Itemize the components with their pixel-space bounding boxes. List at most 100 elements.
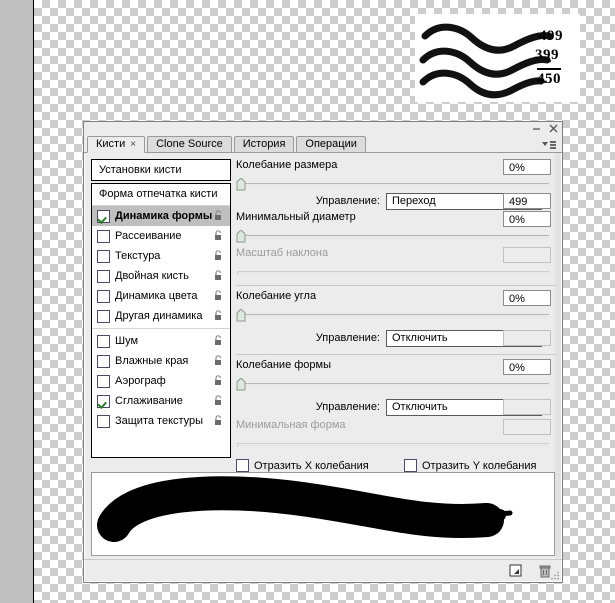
slider-thumb[interactable] xyxy=(236,308,246,322)
checkbox-smoothing[interactable] xyxy=(97,394,110,408)
lock-icon[interactable] xyxy=(211,394,224,407)
minimum-roundness-slider xyxy=(236,438,555,451)
roundness-control-steps-value xyxy=(503,399,551,415)
checkbox-texture[interactable] xyxy=(97,249,110,263)
slider-thumb[interactable] xyxy=(236,377,246,391)
list-item[interactable]: Текстура xyxy=(92,246,230,266)
slider-track xyxy=(237,314,549,318)
minimum-diameter-value[interactable]: 0% xyxy=(503,211,551,227)
angle-jitter-row: Колебание угла 0% xyxy=(236,290,555,308)
list-item[interactable]: Аэрограф xyxy=(92,371,230,391)
flip-y-jitter[interactable]: Отразить Y колебания xyxy=(404,459,536,472)
brush-options-sidebar: Установки кисти Форма отпечатка кисти Ди… xyxy=(91,159,231,472)
brushes-panel: Кисти × Clone Source История Операции Ус… xyxy=(83,121,563,583)
size-control-label: Управление: xyxy=(315,195,380,207)
angle-control-label: Управление: xyxy=(315,332,380,344)
angle-jitter-slider[interactable] xyxy=(236,308,555,322)
lock-icon[interactable] xyxy=(211,249,224,262)
tab-label: История xyxy=(242,138,286,150)
trash-icon[interactable] xyxy=(537,563,552,578)
list-item[interactable]: Влажные края xyxy=(92,351,230,371)
list-item[interactable]: Сглаживание xyxy=(92,391,230,411)
checkbox-protect-texture[interactable] xyxy=(97,414,110,428)
brush-tip-shape-item[interactable]: Форма отпечатка кисти xyxy=(92,184,230,206)
checkbox-wet-edges[interactable] xyxy=(97,354,110,368)
tilt-scale-value xyxy=(503,247,551,263)
stroke-label-1: 499 xyxy=(539,28,563,44)
panel-vertical-scrollbar[interactable] xyxy=(555,153,561,558)
panel-statusbar xyxy=(84,559,562,582)
resize-grip[interactable] xyxy=(551,571,560,580)
checkbox-airbrush[interactable] xyxy=(97,374,110,388)
list-item[interactable]: Рассеивание xyxy=(92,226,230,246)
close-icon[interactable] xyxy=(548,122,559,133)
size-jitter-value[interactable]: 0% xyxy=(503,159,551,175)
brush-options-list: Форма отпечатка кисти Динамика формы Рас… xyxy=(91,183,231,458)
slider-track xyxy=(237,443,549,447)
slider-thumb[interactable] xyxy=(236,177,246,191)
roundness-control-label: Управление: xyxy=(315,401,380,413)
lock-icon[interactable] xyxy=(211,229,224,242)
shape-dynamics-controls: Колебание размера 0% Управление: Переход xyxy=(231,159,555,472)
checkbox-flip-x[interactable] xyxy=(236,459,249,472)
size-jitter-label: Колебание размера xyxy=(236,159,338,171)
angle-jitter-value[interactable]: 0% xyxy=(503,290,551,306)
tab-clone-source[interactable]: Clone Source xyxy=(147,136,232,152)
tab-actions[interactable]: Операции xyxy=(296,136,366,152)
stroke-label-3: 450 xyxy=(537,68,561,88)
slider-track xyxy=(237,235,549,239)
lock-icon[interactable] xyxy=(211,209,224,222)
list-item-label: Шум xyxy=(115,335,139,347)
slider-thumb[interactable] xyxy=(236,229,246,243)
panel-body: Установки кисти Форма отпечатка кисти Ди… xyxy=(84,153,562,472)
size-jitter-slider[interactable] xyxy=(236,177,555,191)
list-item[interactable]: Другая динамика xyxy=(92,306,230,326)
minimum-roundness-row: Минимальная форма xyxy=(236,419,555,437)
checkbox-color-dynamics[interactable] xyxy=(97,289,110,303)
minimum-diameter-slider[interactable] xyxy=(236,229,555,243)
list-item[interactable]: Динамика формы xyxy=(92,206,230,226)
minimize-icon[interactable] xyxy=(531,122,542,133)
tab-history[interactable]: История xyxy=(233,136,295,152)
tab-label: Операции xyxy=(305,138,357,150)
list-item-label: Другая динамика xyxy=(115,310,203,322)
checkbox-shape-dynamics[interactable] xyxy=(97,209,110,223)
flip-jitter-row: Отразить X колебания Отразить Y колебани… xyxy=(236,459,555,472)
checkbox-noise[interactable] xyxy=(97,334,110,348)
canvas-left-strip xyxy=(0,0,34,603)
checkbox-dual-brush[interactable] xyxy=(97,269,110,283)
checkbox-scattering[interactable] xyxy=(97,229,110,243)
panel-tabs: Кисти × Clone Source История Операции xyxy=(84,135,562,153)
lock-icon[interactable] xyxy=(211,309,224,322)
lock-icon[interactable] xyxy=(211,334,224,347)
panel-titlebar xyxy=(84,122,562,135)
roundness-jitter-slider[interactable] xyxy=(236,377,555,391)
list-item[interactable]: Шум xyxy=(92,328,230,351)
roundness-jitter-value[interactable]: 0% xyxy=(503,359,551,375)
checkbox-other-dynamics[interactable] xyxy=(97,309,110,323)
roundness-control-row: Управление: Отключить xyxy=(236,397,555,417)
tilt-scale-row: Масштаб наклона xyxy=(236,247,555,265)
list-item[interactable]: Двойная кисть xyxy=(92,266,230,286)
size-control-steps-value[interactable]: 499 xyxy=(503,193,551,209)
size-control-row: Управление: Переход 499 xyxy=(236,191,555,211)
tab-close-icon[interactable]: × xyxy=(130,139,136,150)
slider-track xyxy=(237,183,549,187)
list-item[interactable]: Динамика цвета xyxy=(92,286,230,306)
lock-icon[interactable] xyxy=(211,354,224,367)
tab-brushes[interactable]: Кисти × xyxy=(87,136,146,153)
lock-icon[interactable] xyxy=(211,289,224,302)
list-item-label: Динамика формы xyxy=(115,210,213,222)
new-brush-icon[interactable] xyxy=(508,563,523,578)
lock-icon[interactable] xyxy=(211,374,224,387)
list-item[interactable]: Защита текстуры xyxy=(92,411,230,431)
preview-stroke-svg xyxy=(97,476,513,542)
lock-icon[interactable] xyxy=(211,269,224,282)
list-item-label: Текстура xyxy=(115,250,161,262)
flip-x-jitter[interactable]: Отразить X колебания xyxy=(236,459,404,472)
minimum-diameter-label: Минимальный диаметр xyxy=(236,211,356,223)
brush-presets-header[interactable]: Установки кисти xyxy=(91,159,231,181)
lock-icon[interactable] xyxy=(211,414,224,427)
panel-menu-icon[interactable] xyxy=(541,140,557,151)
checkbox-flip-y[interactable] xyxy=(404,459,417,472)
